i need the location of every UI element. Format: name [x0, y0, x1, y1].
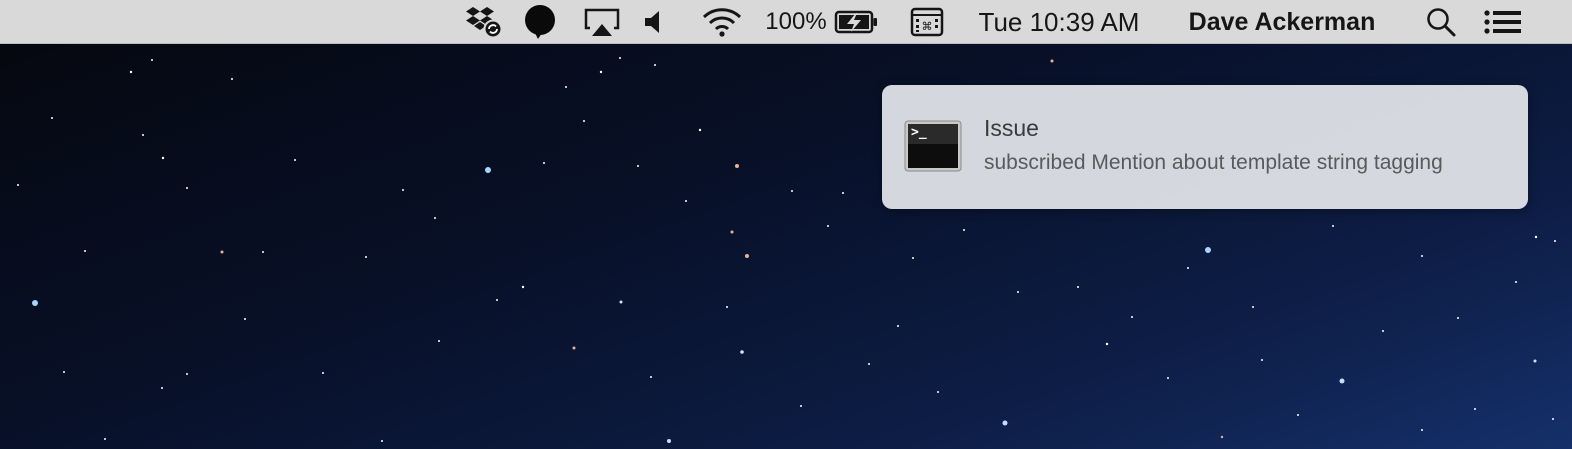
notification-title: Issue: [984, 115, 1039, 141]
terminal-prompt-glyph: >_: [911, 125, 927, 140]
menu-bar: 100% ⌘ Tue 10:39 AM Dave Ackerman: [0, 0, 1572, 44]
dropbox-sync-icon[interactable]: [462, 0, 504, 44]
volume-icon[interactable]: [641, 0, 667, 44]
search-icon[interactable]: [1424, 0, 1458, 44]
desktop: 100% ⌘ Tue 10:39 AM Dave Ackerman >_ Iss…: [0, 0, 1572, 449]
battery-percent: 100%: [765, 8, 827, 35]
menubar-clock[interactable]: Tue 10:39 AM: [968, 0, 1150, 44]
keyboard-icon[interactable]: ⌘: [909, 0, 945, 44]
starfield-wallpaper: [17, 57, 1556, 443]
speech-bubble-icon[interactable]: [522, 0, 558, 44]
notification-body: subscribed Mention about template string…: [984, 151, 1443, 174]
notification-banner[interactable]: >_ Issue subscribed Mention about templa…: [882, 85, 1528, 209]
wifi-icon[interactable]: [700, 0, 744, 44]
airplay-icon[interactable]: [582, 0, 622, 44]
svg-text:⌘: ⌘: [922, 20, 933, 33]
list-icon[interactable]: [1482, 0, 1524, 44]
battery-charging-icon[interactable]: [833, 0, 881, 44]
terminal-icon: >_: [904, 120, 962, 172]
menubar-user-name[interactable]: Dave Ackerman: [1176, 0, 1388, 44]
